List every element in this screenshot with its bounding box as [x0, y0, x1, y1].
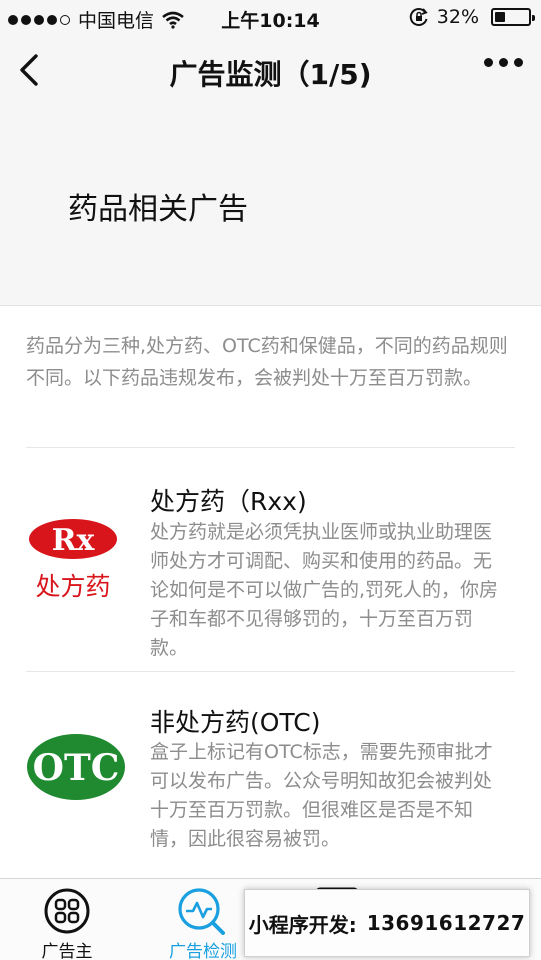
- search-wave-icon: [178, 888, 225, 935]
- intro-text: 药品分为三种,处方药、OTC药和保健品，不同的药品规则不同。以下药品违规发布，会…: [26, 335, 508, 389]
- list-item-otc[interactable]: OTC 非处方药(OTC) 盒子上标记有OTC标志，需要先预审批才可以发布广告。…: [0, 671, 541, 878]
- nav-bar: 广告监测（1/5): [0, 36, 541, 106]
- item-title: 处方药（Rxx): [150, 487, 307, 516]
- tab-ad-detection[interactable]: 广告检测: [148, 887, 258, 960]
- status-right: 32%: [409, 6, 535, 28]
- svg-text:Rx: Rx: [52, 523, 96, 558]
- hero-banner: 药品相关广告: [0, 106, 541, 306]
- list-item-rx[interactable]: Rx 处方药 处方药（Rxx) 处方药就是必须凭执业医师或执业助理医师处方才可调…: [0, 447, 541, 671]
- tab-advertiser[interactable]: 广告主: [12, 887, 122, 960]
- promo-banner[interactable]: 小程序开发: 13691612727: [244, 889, 530, 957]
- otc-logo-icon: OTC: [27, 734, 125, 800]
- status-bar: 中国电信 上午10:14 32%: [0, 0, 541, 36]
- tab-label: 广告主: [41, 942, 93, 960]
- promo-label: 小程序开发:: [248, 912, 357, 937]
- hero-title: 药品相关广告: [68, 192, 248, 227]
- grid-circle-icon: [44, 888, 90, 934]
- more-options-icon[interactable]: [484, 58, 523, 67]
- svg-text:处方药: 处方药: [35, 572, 110, 601]
- item-description: 盒子上标记有OTC标志，需要先预审批才可以发布广告。公众号明知故犯会被判处十万至…: [150, 741, 493, 850]
- item-title: 非处方药(OTC): [150, 708, 321, 737]
- content-panel: 药品分为三种,处方药、OTC药和保健品，不同的药品规则不同。以下药品违规发布，会…: [0, 306, 541, 878]
- page-title: 广告监测（1/5): [169, 58, 372, 91]
- battery-icon: [491, 8, 535, 26]
- battery-percent: 32%: [436, 6, 479, 28]
- svg-text:OTC: OTC: [33, 747, 120, 789]
- rotation-lock-icon: [409, 8, 428, 26]
- promo-phone: 13691612727: [366, 911, 526, 935]
- rx-logo-icon: Rx 处方药: [29, 519, 117, 601]
- item-description: 处方药就是必须凭执业医师或执业助理医师处方才可调配、购买和使用的药品。无论如何是…: [150, 521, 499, 659]
- tab-label: 广告检测: [169, 942, 237, 960]
